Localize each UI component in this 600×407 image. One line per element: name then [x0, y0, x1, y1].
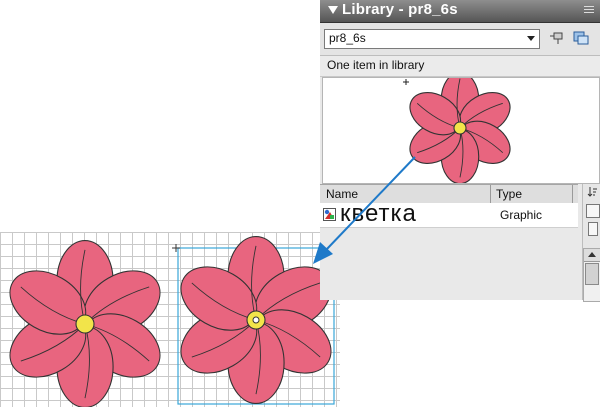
flower-center	[75, 314, 95, 334]
stage-artwork	[0, 235, 335, 407]
library-toolbar: pr8_6s	[320, 23, 600, 56]
column-header-name[interactable]: Name	[326, 187, 358, 201]
library-status-text: One item in library	[327, 58, 425, 72]
pin-library-icon[interactable]	[548, 30, 566, 46]
library-item-name: кветка	[340, 200, 417, 227]
new-library-panel-icon[interactable]	[572, 30, 590, 46]
chevron-down-icon	[527, 36, 535, 41]
symbol-preview	[322, 77, 600, 184]
library-item-row[interactable]: кветка Graphic	[320, 200, 578, 228]
library-panel: Library - pr8_6s pr8_6s One item in libr…	[320, 0, 600, 302]
flower-center	[453, 121, 467, 135]
scroll-thumb[interactable]	[585, 263, 599, 285]
transform-point-icon	[252, 316, 260, 324]
library-status: One item in library	[320, 56, 600, 77]
collapse-triangle-icon[interactable]	[328, 6, 338, 14]
panel-menu-icon[interactable]	[584, 6, 594, 16]
flower-preview	[409, 78, 511, 183]
document-select-value: pr8_6s	[329, 31, 366, 45]
sort-order-icon[interactable]	[586, 186, 598, 198]
library-item-type: Graphic	[500, 208, 543, 222]
library-titlebar[interactable]: Library - pr8_6s	[320, 0, 600, 23]
column-header-type[interactable]: Type	[496, 187, 522, 201]
stage-canvas[interactable]	[0, 232, 340, 407]
flower-instance-left[interactable]	[0, 239, 171, 407]
registration-point-icon	[172, 244, 180, 252]
narrow-state-icon[interactable]	[588, 222, 598, 236]
wide-state-icon[interactable]	[586, 204, 600, 218]
scroll-up-arrow-icon[interactable]	[584, 249, 600, 262]
library-scrollbar[interactable]	[583, 248, 600, 302]
graphic-symbol-icon	[323, 208, 336, 221]
preview-crosshair-icon	[403, 79, 409, 85]
library-title: Library - pr8_6s	[342, 1, 458, 18]
document-select[interactable]: pr8_6s	[324, 29, 540, 49]
